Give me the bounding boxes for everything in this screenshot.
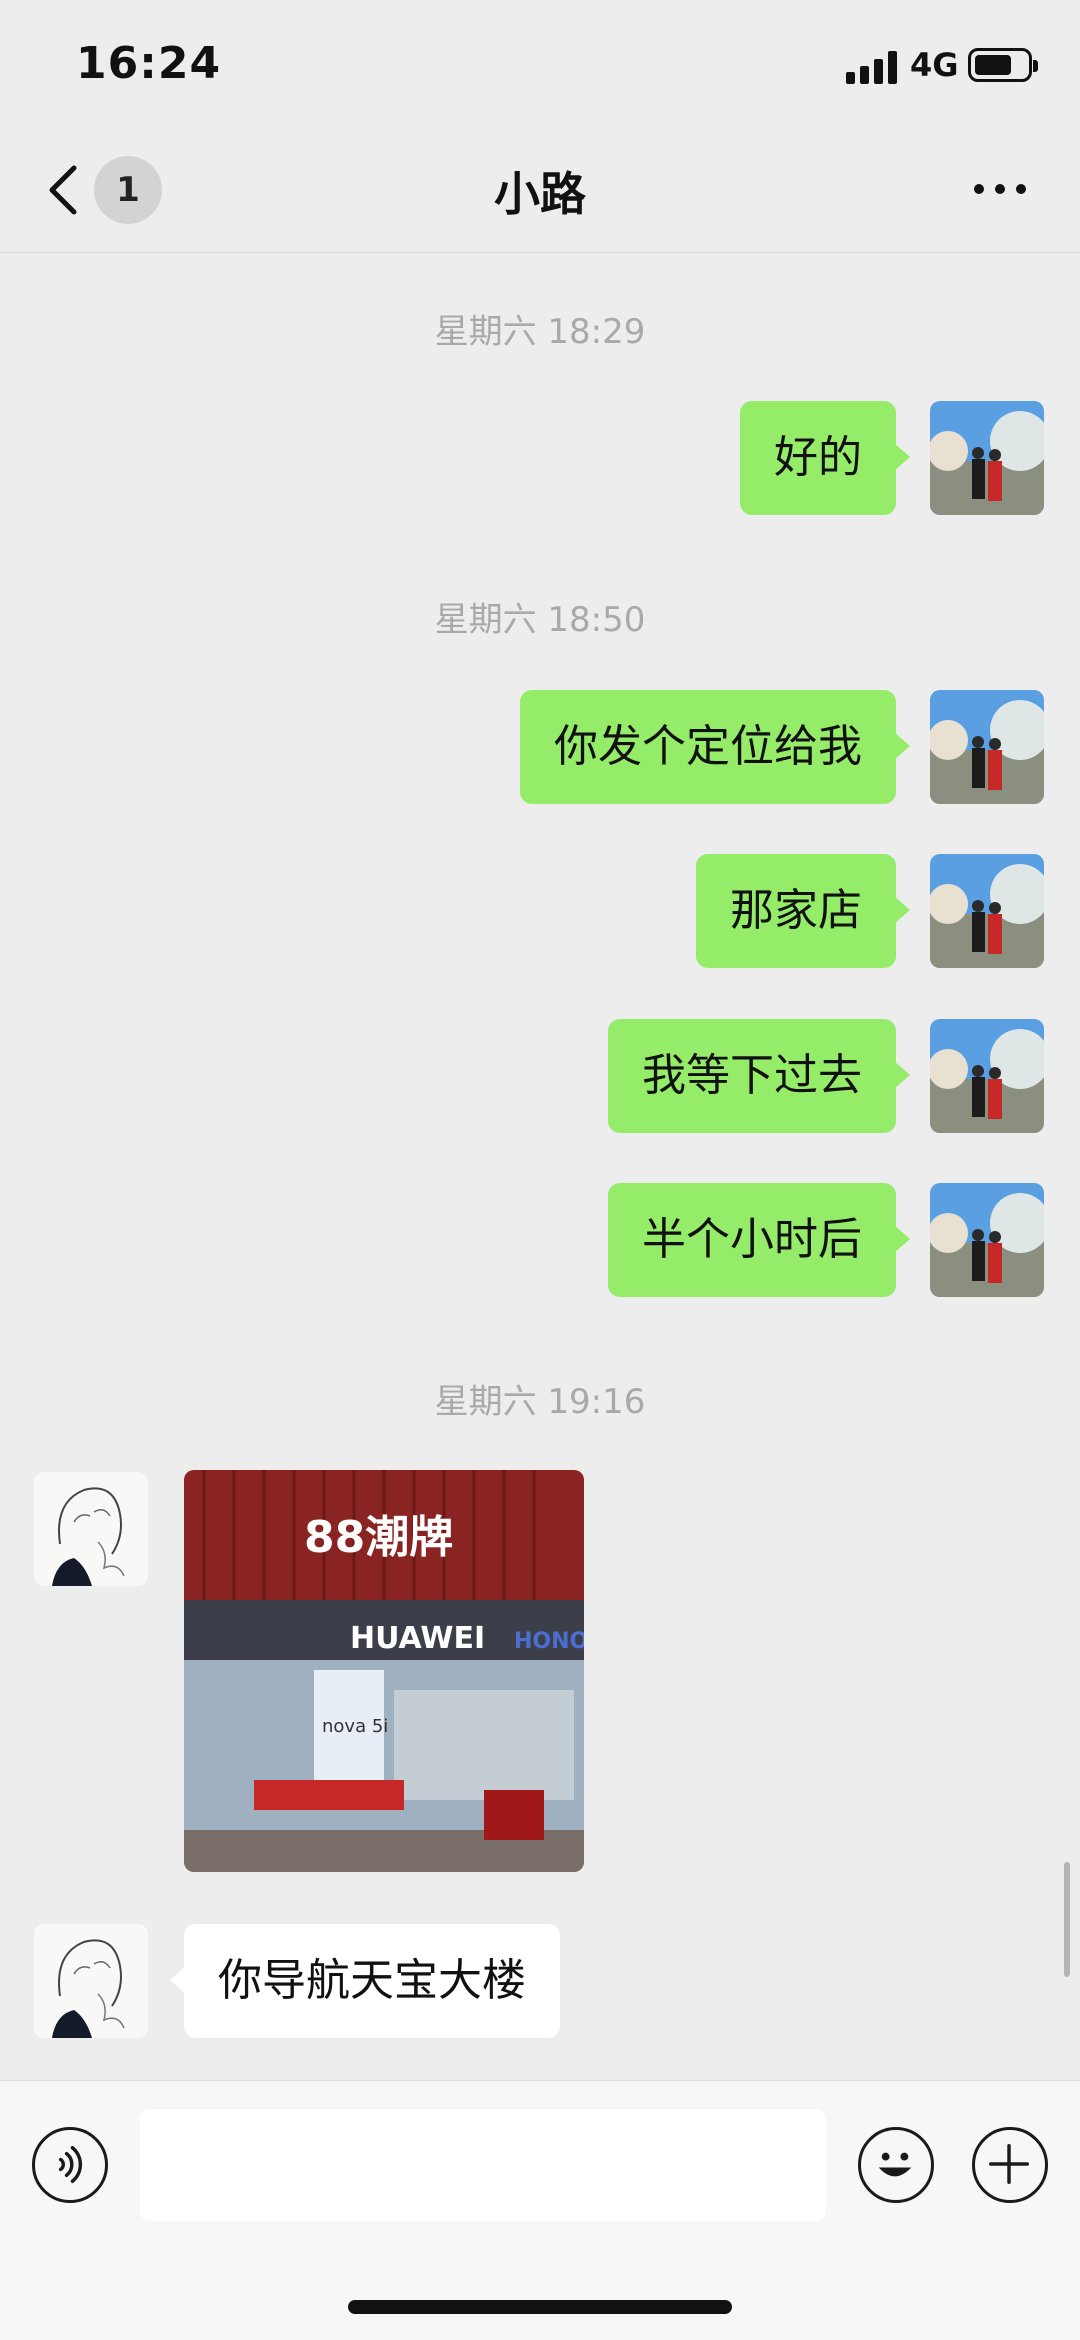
chat-title: 小路	[494, 167, 586, 221]
my-avatar[interactable]	[930, 690, 1044, 804]
message-bubble[interactable]: 我等下过去	[608, 1019, 910, 1133]
emoji-button[interactable]	[858, 2127, 934, 2203]
my-avatar[interactable]	[930, 401, 1044, 515]
timestamp: 星期六 18:29	[434, 312, 646, 352]
photo-shop-sign: 88潮牌	[304, 1512, 453, 1563]
message-bubble[interactable]: 你导航天宝大楼	[170, 1924, 560, 2038]
home-indicator[interactable]	[348, 2300, 732, 2314]
voice-button[interactable]	[32, 2127, 108, 2203]
message-bubble[interactable]: 那家店	[696, 854, 910, 968]
photo-brand-sign: HUAWEI	[350, 1621, 485, 1656]
message-bubble[interactable]: 好的	[740, 401, 910, 515]
plus-button[interactable]	[972, 2127, 1048, 2203]
status-bar: 16:24 4G	[0, 0, 1080, 130]
signal-icon	[846, 50, 898, 84]
photo-honor-sign: HONOR	[514, 1629, 584, 1654]
status-time: 16:24	[76, 38, 222, 89]
photo-poster-text: nova 5i	[322, 1716, 388, 1737]
my-avatar[interactable]	[930, 1183, 1044, 1297]
timestamp: 星期六 19:16	[434, 1382, 646, 1422]
message-bubble[interactable]: 半个小时后	[608, 1183, 910, 1297]
my-avatar[interactable]	[930, 1019, 1044, 1133]
battery-icon	[968, 48, 1038, 82]
shop-photo[interactable]: 88潮牌 HUAWEI HONOR nova 5i	[184, 1470, 584, 1872]
voice-icon	[58, 2146, 83, 2183]
contact-avatar[interactable]	[34, 1924, 148, 2038]
message-bubble[interactable]: 你发个定位给我	[520, 690, 910, 804]
message-input[interactable]	[140, 2109, 826, 2221]
emoji-icon	[878, 2152, 912, 2177]
timestamp: 星期六 18:50	[434, 600, 646, 640]
nav-bar: 1 小路	[0, 130, 1080, 253]
contact-avatar[interactable]	[34, 1472, 148, 1586]
my-avatar[interactable]	[930, 854, 1044, 968]
scrollbar[interactable]	[1064, 1862, 1070, 1977]
plus-icon	[989, 2144, 1029, 2184]
network-type: 4G	[910, 46, 959, 84]
more-icon[interactable]	[970, 174, 1030, 204]
